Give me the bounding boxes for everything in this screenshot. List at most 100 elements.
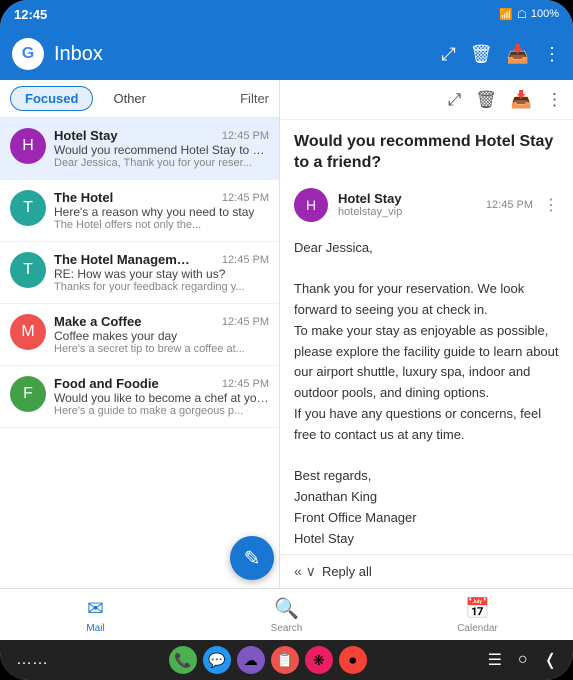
phone-app[interactable]: 📞 [169, 646, 197, 674]
status-time: 12:45 [14, 7, 47, 22]
reply-all-label[interactable]: Reply all [322, 564, 372, 579]
email-sender-0: Hotel Stay [54, 128, 118, 143]
record-app[interactable]: ⏺ [339, 646, 367, 674]
calendar-nav-icon: 📅 [465, 596, 490, 621]
detail-toolbar: ⤢ 🗑 📥 ⋮ [280, 80, 573, 120]
email-time-2: 12:45 PM [222, 254, 269, 266]
nav-circle-icon[interactable]: ○ [518, 651, 528, 669]
email-item-1[interactable]: T The Hotel 12:45 PM Here's a reason why… [0, 180, 279, 242]
email-sender-2: The Hotel Management [54, 252, 194, 267]
email-subject-0: Would you recommend Hotel Stay to a fr..… [54, 143, 269, 157]
email-preview-1: The Hotel offers not only the... [54, 219, 269, 231]
status-bar: 12:45 📶 ☖ 100% [0, 0, 573, 28]
detail-sender-name: Hotel Stay [338, 191, 476, 206]
nav-lines-icon[interactable]: ☰ [488, 650, 502, 670]
email-content-3: Make a Coffee 12:45 PM Coffee makes your… [54, 314, 269, 355]
email-detail-pane: ⤢ 🗑 📥 ⋮ Would you recommend Hotel Stay t… [280, 80, 573, 588]
detail-body: Dear Jessica, Thank you for your reserva… [280, 228, 573, 554]
mail-nav-label: Mail [86, 623, 104, 634]
flower-app[interactable]: ❋ [305, 646, 333, 674]
google-logo: G [12, 38, 44, 70]
wifi-icon: 📶 [499, 8, 513, 21]
email-item-3[interactable]: M Make a Coffee 12:45 PM Coffee makes yo… [0, 304, 279, 366]
cloud-app[interactable]: ☁ [237, 646, 265, 674]
dock-apps: 📞 💬 ☁ 📋 ❋ ⏺ [169, 646, 367, 674]
android-dock: …… 📞 💬 ☁ 📋 ❋ ⏺ ☰ ○ ❬ [0, 640, 573, 680]
email-time-4: 12:45 PM [222, 378, 269, 390]
reply-bar[interactable]: « ∨ Reply all [280, 554, 573, 588]
header-left: G Inbox [12, 38, 103, 70]
email-list: H Hotel Stay 12:45 PM Would you recommen… [0, 118, 279, 588]
email-time-3: 12:45 PM [222, 316, 269, 328]
detail-sender-info: Hotel Stay hotelstay_vip [338, 191, 476, 218]
email-time-0: 12:45 PM [222, 130, 269, 142]
email-item-0[interactable]: H Hotel Stay 12:45 PM Would you recommen… [0, 118, 279, 180]
tab-focused[interactable]: Focused [10, 86, 93, 111]
tab-other[interactable]: Other [99, 87, 160, 110]
email-sender-3: Make a Coffee [54, 314, 141, 329]
avatar-0: H [10, 128, 46, 164]
email-preview-0: Dear Jessica, Thank you for your reser..… [54, 157, 269, 169]
dock-nav: ☰ ○ ❬ [488, 650, 557, 670]
detail-subject: Would you recommend Hotel Stay to a frie… [280, 120, 573, 182]
email-preview-4: Here's a guide to make a gorgeous p... [54, 405, 269, 417]
messages-app[interactable]: 💬 [203, 646, 231, 674]
main-content: Focused Other Filter H Hotel Stay 12:45 … [0, 80, 573, 588]
compose-icon: ✎ [244, 546, 261, 571]
detail-time: 12:45 PM [486, 199, 533, 211]
email-list-pane: Focused Other Filter H Hotel Stay 12:45 … [0, 80, 280, 588]
tabs-row: Focused Other Filter [0, 80, 279, 118]
mail-nav-icon: ✉ [87, 596, 104, 621]
email-subject-2: RE: How was your stay with us? [54, 267, 269, 281]
avatar-2: T [10, 252, 46, 288]
calendar-nav-label: Calendar [457, 623, 498, 634]
nav-calendar[interactable]: 📅 Calendar [382, 596, 573, 634]
avatar-1: T [10, 190, 46, 226]
nav-mail[interactable]: ✉ Mail [0, 596, 191, 634]
grid-icon[interactable]: …… [16, 651, 48, 669]
delete-detail-icon[interactable]: 🗑 [475, 90, 497, 110]
expand-detail-icon[interactable]: ⤢ [448, 90, 462, 110]
archive-detail-icon[interactable]: 📥 [511, 90, 532, 110]
email-time-1: 12:45 PM [222, 192, 269, 204]
archive-icon[interactable]: 📥 [507, 44, 529, 65]
email-item-2[interactable]: T The Hotel Management 12:45 PM RE: How … [0, 242, 279, 304]
nav-back-icon[interactable]: ❬ [544, 650, 557, 670]
detail-more-icon[interactable]: ⋮ [543, 195, 559, 215]
tasks-app[interactable]: 📋 [271, 646, 299, 674]
email-content-4: Food and Foodie 12:45 PM Would you like … [54, 376, 269, 417]
detail-sender-row: H Hotel Stay hotelstay_vip 12:45 PM ⋮ [280, 182, 573, 228]
signal-icon: ☖ [517, 8, 527, 21]
avatar-4: F [10, 376, 46, 412]
app-header: G Inbox ⤢ 🗑 📥 ⋮ [0, 28, 573, 80]
compose-fab[interactable]: ✎ [230, 536, 274, 580]
header-title: Inbox [54, 43, 103, 66]
reply-all-icon: « ∨ [294, 563, 316, 580]
email-content-2: The Hotel Management 12:45 PM RE: How wa… [54, 252, 269, 293]
nav-search[interactable]: 🔍 Search [191, 596, 382, 634]
delete-icon[interactable]: 🗑 [470, 44, 493, 65]
battery-icon: 100% [531, 8, 559, 20]
more-icon[interactable]: ⋮ [543, 44, 561, 65]
search-nav-icon: 🔍 [274, 596, 299, 621]
email-preview-2: Thanks for your feedback regarding y... [54, 281, 269, 293]
email-preview-3: Here's a secret tip to brew a coffee at.… [54, 343, 269, 355]
search-nav-label: Search [271, 623, 303, 634]
header-actions: ⤢ 🗑 📥 ⋮ [441, 44, 561, 65]
email-sender-4: Food and Foodie [54, 376, 159, 391]
email-item-4[interactable]: F Food and Foodie 12:45 PM Would you lik… [0, 366, 279, 428]
email-subject-1: Here's a reason why you need to stay [54, 205, 269, 219]
status-icons: 📶 ☖ 100% [499, 8, 559, 21]
email-subject-4: Would you like to become a chef at you.. [54, 391, 269, 405]
email-content-1: The Hotel 12:45 PM Here's a reason why y… [54, 190, 269, 231]
email-subject-3: Coffee makes your day [54, 329, 269, 343]
more-detail-icon[interactable]: ⋮ [546, 90, 563, 110]
email-content-0: Hotel Stay 12:45 PM Would you recommend … [54, 128, 269, 169]
detail-avatar: H [294, 188, 328, 222]
email-sender-1: The Hotel [54, 190, 113, 205]
phone-frame: 12:45 📶 ☖ 100% G Inbox ⤢ 🗑 📥 ⋮ Focused O… [0, 0, 573, 680]
filter-button[interactable]: Filter [240, 91, 269, 106]
avatar-3: M [10, 314, 46, 350]
expand-icon[interactable]: ⤢ [441, 44, 455, 65]
bottom-nav: ✉ Mail 🔍 Search 📅 Calendar [0, 588, 573, 640]
